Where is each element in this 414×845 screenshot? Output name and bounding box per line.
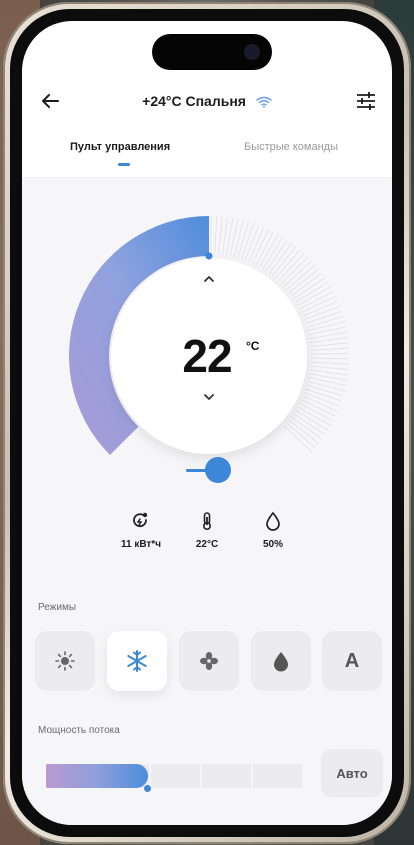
dial-tick xyxy=(293,412,326,436)
mode-heat-button[interactable] xyxy=(35,631,95,691)
tab-active-indicator xyxy=(118,163,130,166)
app-screen: +24°C Спальня Пульт управления Быстрые к… xyxy=(22,21,392,825)
fan-icon xyxy=(200,652,218,670)
page-title-row: +24°C Спальня xyxy=(22,93,392,109)
stat-humidity: 50% xyxy=(238,511,308,550)
header: +24°C Спальня xyxy=(22,81,392,121)
temperature-unit: °C xyxy=(246,339,260,353)
flow-divider xyxy=(200,764,202,788)
drop-icon xyxy=(274,652,288,672)
dial-handle[interactable] xyxy=(205,252,213,260)
auto-icon: A xyxy=(344,649,360,672)
flow-auto-button[interactable]: Авто xyxy=(321,749,383,797)
stat-temperature-value: 22°C xyxy=(195,539,219,550)
flow-divider xyxy=(149,764,151,788)
dial-tick xyxy=(274,249,301,279)
dial-tick xyxy=(286,264,316,291)
humidity-icon xyxy=(266,511,280,531)
tab-bar: Пульт управления Быстрые команды xyxy=(22,141,392,181)
dial-tick xyxy=(258,234,279,268)
stat-energy-value: 11 кВт*ч xyxy=(120,539,162,550)
dial-tick xyxy=(288,419,319,444)
chevron-up-icon[interactable] xyxy=(201,271,217,287)
dial-tick xyxy=(283,425,312,452)
chevron-down-icon[interactable] xyxy=(201,389,217,405)
dial-tick xyxy=(295,409,328,431)
mode-dry-button[interactable] xyxy=(251,631,311,691)
dial-tick xyxy=(268,242,293,274)
sliders-icon[interactable] xyxy=(354,89,378,113)
dial-tick xyxy=(210,216,212,255)
dynamic-island xyxy=(152,34,272,70)
wifi-icon xyxy=(256,97,272,109)
dial-tick xyxy=(233,220,244,258)
dial-tick xyxy=(297,286,331,307)
dial-tick xyxy=(291,272,323,297)
dial-tick xyxy=(293,277,326,300)
mode-fan-button[interactable] xyxy=(179,631,239,691)
dial-tick xyxy=(283,260,313,288)
dial-tick xyxy=(290,416,322,440)
mode-auto-button[interactable]: A xyxy=(322,631,382,691)
dial-tick xyxy=(218,216,223,255)
flow-slider-fill xyxy=(46,764,148,788)
dial-tick xyxy=(295,281,329,303)
thermometer-icon xyxy=(203,512,212,531)
dial-tick xyxy=(237,221,250,259)
flow-divider xyxy=(251,764,253,788)
dial-tick xyxy=(271,245,297,277)
dial-tick xyxy=(265,239,288,272)
mode-cool-button[interactable] xyxy=(107,631,167,691)
dial-tick xyxy=(288,268,320,294)
dial-tick xyxy=(277,252,305,282)
stat-temperature: 22°C xyxy=(172,511,242,550)
modes-label: Режимы xyxy=(38,602,77,613)
dial-tick xyxy=(297,406,331,427)
flow-slider-handle[interactable] xyxy=(144,785,151,792)
temperature-value: 22 xyxy=(182,330,232,382)
dial-tick xyxy=(262,236,284,270)
stat-humidity-value: 50% xyxy=(262,539,283,550)
page-title: +24°C Спальня xyxy=(142,93,246,109)
dial-tick xyxy=(221,217,229,255)
stat-energy: 11 кВт*ч xyxy=(106,511,176,550)
temperature-dial[interactable] xyxy=(22,177,392,477)
dial-tick xyxy=(285,422,316,448)
dial-tick xyxy=(306,315,344,328)
sun-icon xyxy=(55,651,75,671)
camera-icon xyxy=(244,44,260,60)
flow-label: Мощность потока xyxy=(38,725,120,736)
power-toggle[interactable] xyxy=(205,457,231,483)
tab-quick-commands[interactable]: Быстрые команды xyxy=(244,141,338,153)
snowflake-icon xyxy=(127,650,147,672)
tab-remote-control[interactable]: Пульт управления xyxy=(70,141,170,153)
dial-tick xyxy=(214,216,218,255)
dial-tick xyxy=(306,384,344,397)
dial-tick xyxy=(280,256,309,285)
energy-icon xyxy=(133,512,148,528)
